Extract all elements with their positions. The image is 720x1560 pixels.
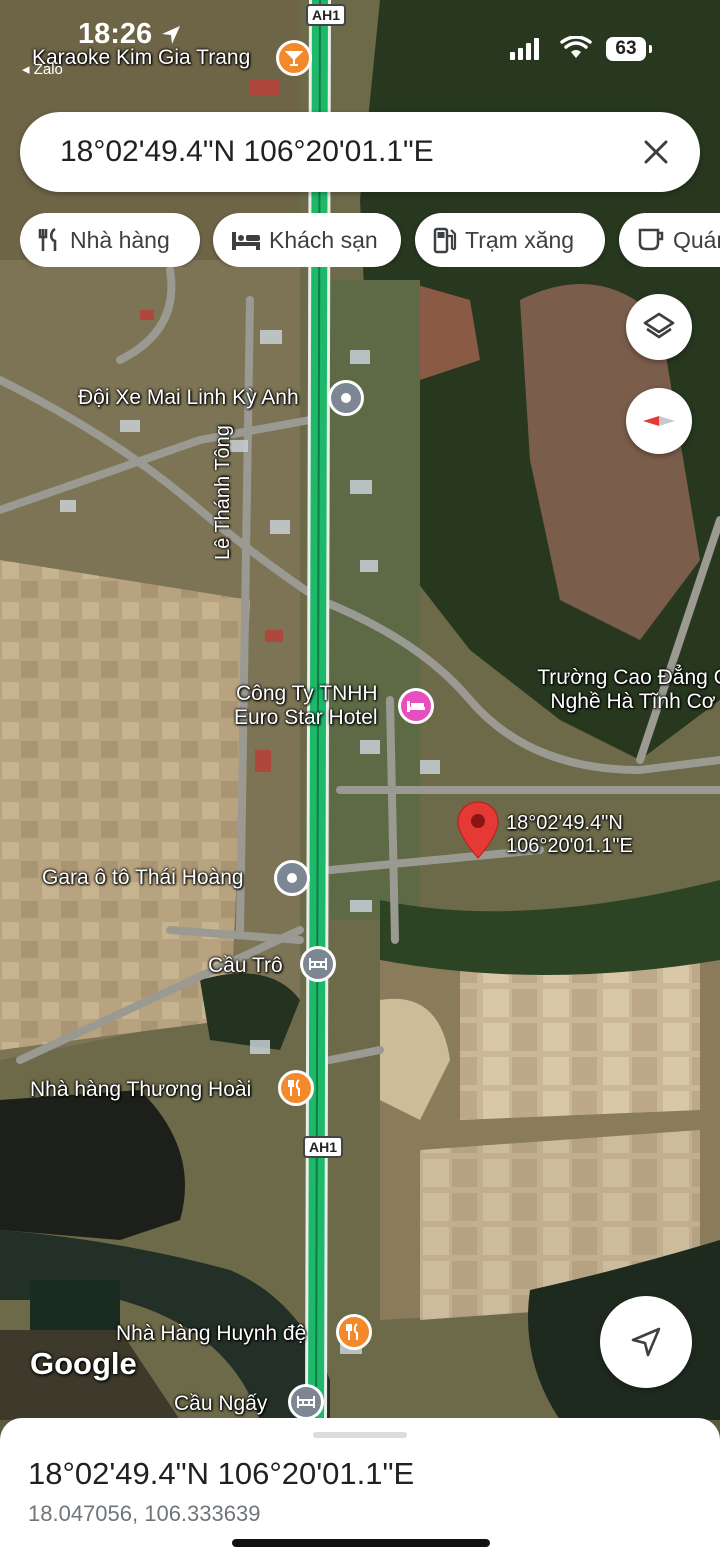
bridge-icon[interactable] [300, 946, 336, 982]
coffee-icon [638, 228, 664, 251]
restaurant-icon [38, 227, 57, 251]
dropped-pin-lng: 106°20'01.1"E [506, 835, 633, 857]
google-attribution: Google [30, 1346, 137, 1381]
back-to-app[interactable]: ◂ Zalo [22, 60, 63, 78]
chip-label: Quán [673, 226, 720, 253]
place-label[interactable]: Nhà hàng Thương Hoài [30, 1078, 251, 1102]
navigation-arrow-icon [631, 1327, 661, 1357]
status-time-text: 18:26 [78, 18, 153, 50]
gas-station-icon [433, 227, 457, 254]
place-label[interactable]: Nhà Hàng Huynh đệ [116, 1322, 306, 1346]
place-icon[interactable] [328, 380, 364, 416]
decimal-coordinates: 18.047056, 106.333639 [28, 1501, 261, 1526]
place-label[interactable]: Cầu Trô [208, 954, 283, 978]
signal-icon [510, 38, 539, 60]
place-label[interactable]: Đội Xe Mai Linh Kỳ Anh [78, 386, 299, 410]
chip-cafes[interactable]: Quán [619, 213, 720, 267]
search-input[interactable] [60, 112, 620, 192]
place-label[interactable]: Trường Cao Đẳng C Nghề Hà Tĩnh Cơ [518, 666, 720, 714]
place-label[interactable]: Gara ô tô Thái Hoàng [42, 866, 244, 890]
bridge-icon[interactable] [288, 1384, 324, 1420]
dropped-pin-lat: 18°02'49.4"N [506, 812, 623, 834]
chip-hotels[interactable]: Khách sạn [213, 213, 401, 267]
road-label-le-thanh-tong: Lê Thánh Tông [212, 425, 234, 560]
chip-gas-stations[interactable]: Trạm xăng [415, 213, 605, 267]
place-label[interactable]: Cầu Ngấy [174, 1392, 267, 1416]
restaurant-icon[interactable] [336, 1314, 372, 1350]
search-bar[interactable] [20, 112, 700, 192]
layers-icon [643, 312, 675, 339]
place-icon[interactable] [274, 860, 310, 896]
close-icon[interactable] [640, 136, 672, 168]
highway-shield: AH1 [306, 4, 347, 26]
compass-icon [643, 416, 675, 426]
layers-button[interactable] [626, 294, 692, 360]
chip-label: Trạm xăng [465, 226, 575, 253]
chip-label: Nhà hàng [70, 226, 170, 253]
chip-restaurants[interactable]: Nhà hàng [20, 213, 200, 267]
chip-label: Khách sạn [269, 226, 378, 253]
place-label-text: Công Ty TNHH Euro Star Hotel [234, 682, 378, 730]
hotel-icon [232, 232, 260, 250]
bar-icon[interactable] [276, 40, 312, 76]
status-time: 18:26 [78, 18, 182, 51]
restaurant-icon[interactable] [278, 1070, 314, 1106]
wifi-icon [560, 36, 592, 58]
dropped-pin-label: 18°02'49.4"N 106°20'01.1"E [506, 812, 633, 858]
compass-button[interactable] [626, 388, 692, 454]
dropped-pin-icon[interactable] [456, 800, 500, 860]
location-arrow-icon [162, 26, 181, 45]
hotel-icon[interactable] [398, 688, 434, 724]
battery-indicator: 63 [606, 37, 652, 61]
place-label[interactable]: Công Ty TNHH Euro Star Hotel [234, 682, 378, 730]
drag-handle[interactable] [313, 1432, 407, 1438]
place-label-text: Trường Cao Đẳng C Nghề Hà Tĩnh Cơ [537, 666, 720, 714]
category-chips: Nhà hàng Khách sạn Trạm xăng Quán [20, 213, 720, 267]
my-location-button[interactable] [600, 1296, 692, 1388]
highway-shield: AH1 [303, 1136, 344, 1158]
home-indicator[interactable] [232, 1539, 490, 1547]
place-title: 18°02'49.4"N 106°20'01.1"E [28, 1456, 415, 1491]
